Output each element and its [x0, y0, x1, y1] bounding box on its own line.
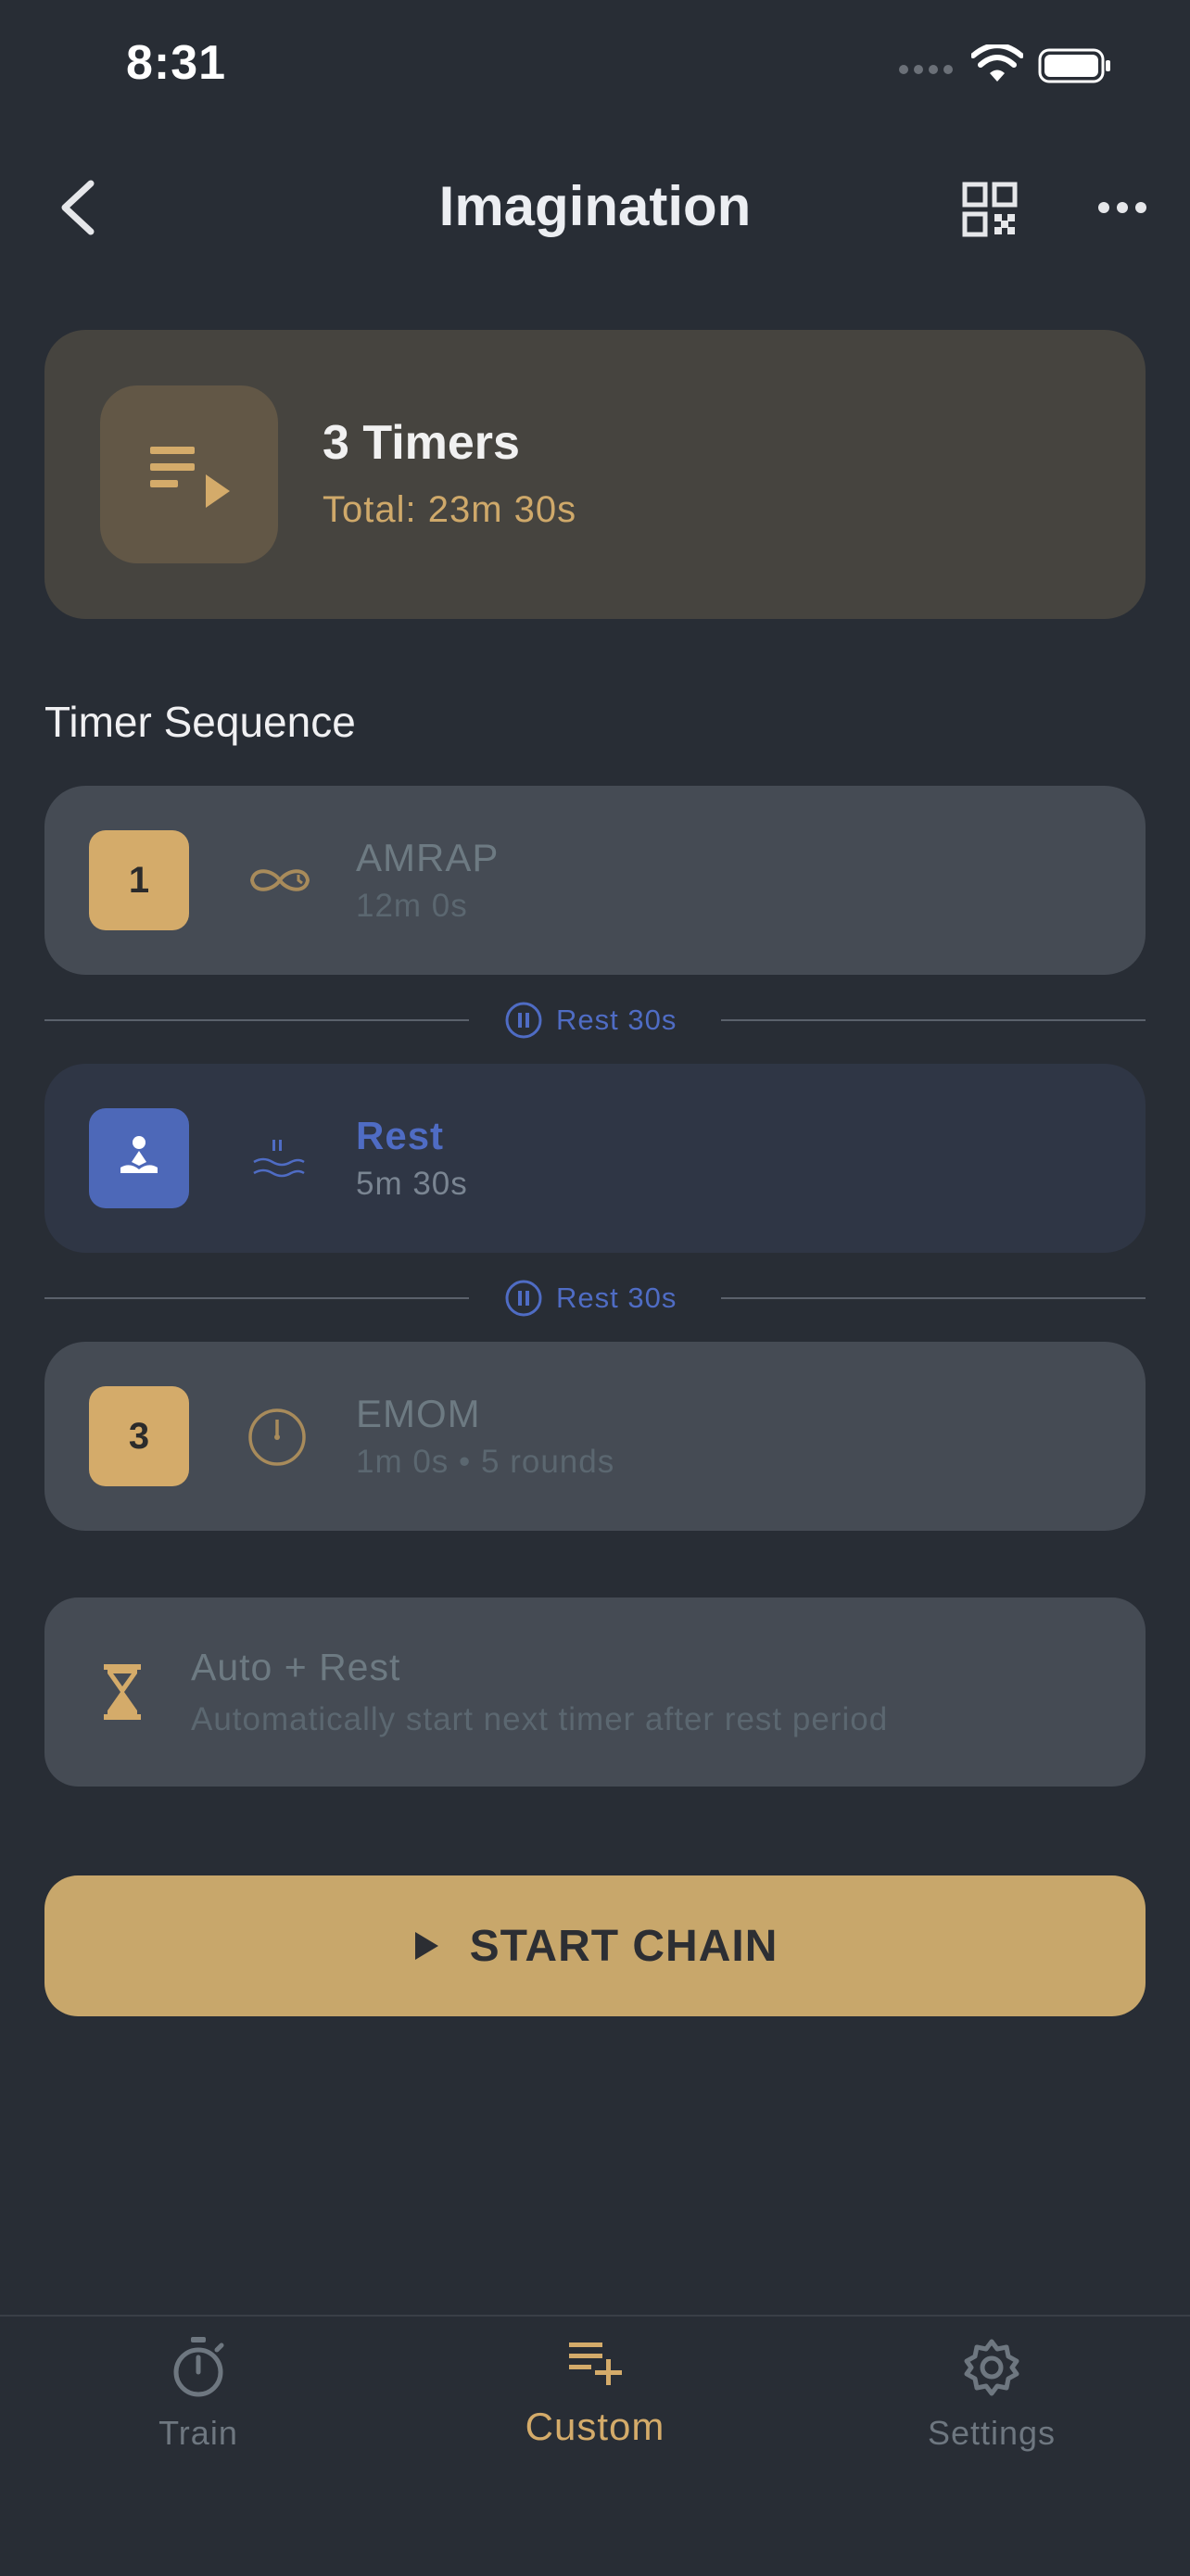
- rest-separator: Rest 30s: [504, 1001, 677, 1040]
- chain-icon-tile: [100, 385, 278, 563]
- auto-rest-subtitle: Automatically start next timer after res…: [191, 1701, 889, 1737]
- timer-order-badge: [89, 1108, 189, 1208]
- timer-card[interactable]: 3 EMOM 1m 0s • 5 rounds: [44, 1342, 1146, 1531]
- tab-settings[interactable]: Settings: [853, 2335, 1131, 2453]
- stopwatch-icon: [173, 2337, 224, 2397]
- qr-code-icon[interactable]: [962, 182, 1018, 237]
- start-chain-button[interactable]: START CHAIN: [44, 1875, 1146, 2016]
- timer-detail: 12m 0s: [356, 888, 468, 924]
- status-time: 8:31: [126, 36, 227, 90]
- timer-card[interactable]: Rest 5m 30s: [44, 1064, 1146, 1253]
- timer-detail: 1m 0s • 5 rounds: [356, 1444, 615, 1480]
- auto-rest-title: Auto + Rest: [191, 1646, 401, 1688]
- divider: [721, 1019, 1146, 1021]
- timer-order-badge: 3: [89, 1386, 189, 1486]
- timer-name: AMRAP: [356, 836, 500, 879]
- hourglass-icon: [104, 1664, 141, 1720]
- divider: [44, 1297, 469, 1299]
- tab-label: Train: [158, 2414, 238, 2452]
- playlist-add-icon: [569, 2342, 622, 2385]
- total-duration: Total: 23m 30s: [323, 489, 577, 530]
- wifi-icon: [971, 44, 1023, 82]
- timer-card[interactable]: 1 AMRAP 12m 0s: [44, 786, 1146, 975]
- gear-icon: [964, 2339, 1019, 2396]
- more-options-icon[interactable]: [1097, 198, 1147, 217]
- clock-icon: [248, 1408, 306, 1466]
- timer-name: EMOM: [356, 1392, 481, 1435]
- section-title: Timer Sequence: [44, 698, 356, 746]
- timer-order-badge: 1: [89, 830, 189, 930]
- tab-label: Custom: [525, 2405, 665, 2448]
- battery-icon: [1038, 48, 1110, 83]
- timer-name: Rest: [356, 1114, 445, 1157]
- pause-circle-icon: [505, 1002, 542, 1039]
- divider: [44, 1019, 469, 1021]
- play-icon: [414, 1932, 438, 1960]
- infinity-icon: [249, 869, 310, 891]
- tab-label: Settings: [927, 2414, 1057, 2452]
- auto-rest-option[interactable]: [44, 1597, 1146, 1787]
- timer-detail: 5m 30s: [356, 1166, 468, 1202]
- timer-count: 3 Timers: [323, 416, 520, 470]
- tab-train[interactable]: Train: [59, 2335, 337, 2453]
- cellular-signal-icon: [899, 65, 953, 74]
- rest-separator-label: Rest 30s: [556, 1004, 677, 1036]
- playlist-play-icon: [150, 447, 230, 508]
- tab-custom[interactable]: Custom: [456, 2335, 734, 2449]
- rest-separator-label: Rest 30s: [556, 1282, 677, 1314]
- start-chain-label: START CHAIN: [469, 1921, 779, 1971]
- water-waves-icon: [253, 1140, 305, 1178]
- rest-separator: Rest 30s: [504, 1279, 677, 1318]
- divider: [721, 1297, 1146, 1299]
- pause-circle-icon: [505, 1280, 542, 1317]
- meditation-icon: [120, 1136, 158, 1173]
